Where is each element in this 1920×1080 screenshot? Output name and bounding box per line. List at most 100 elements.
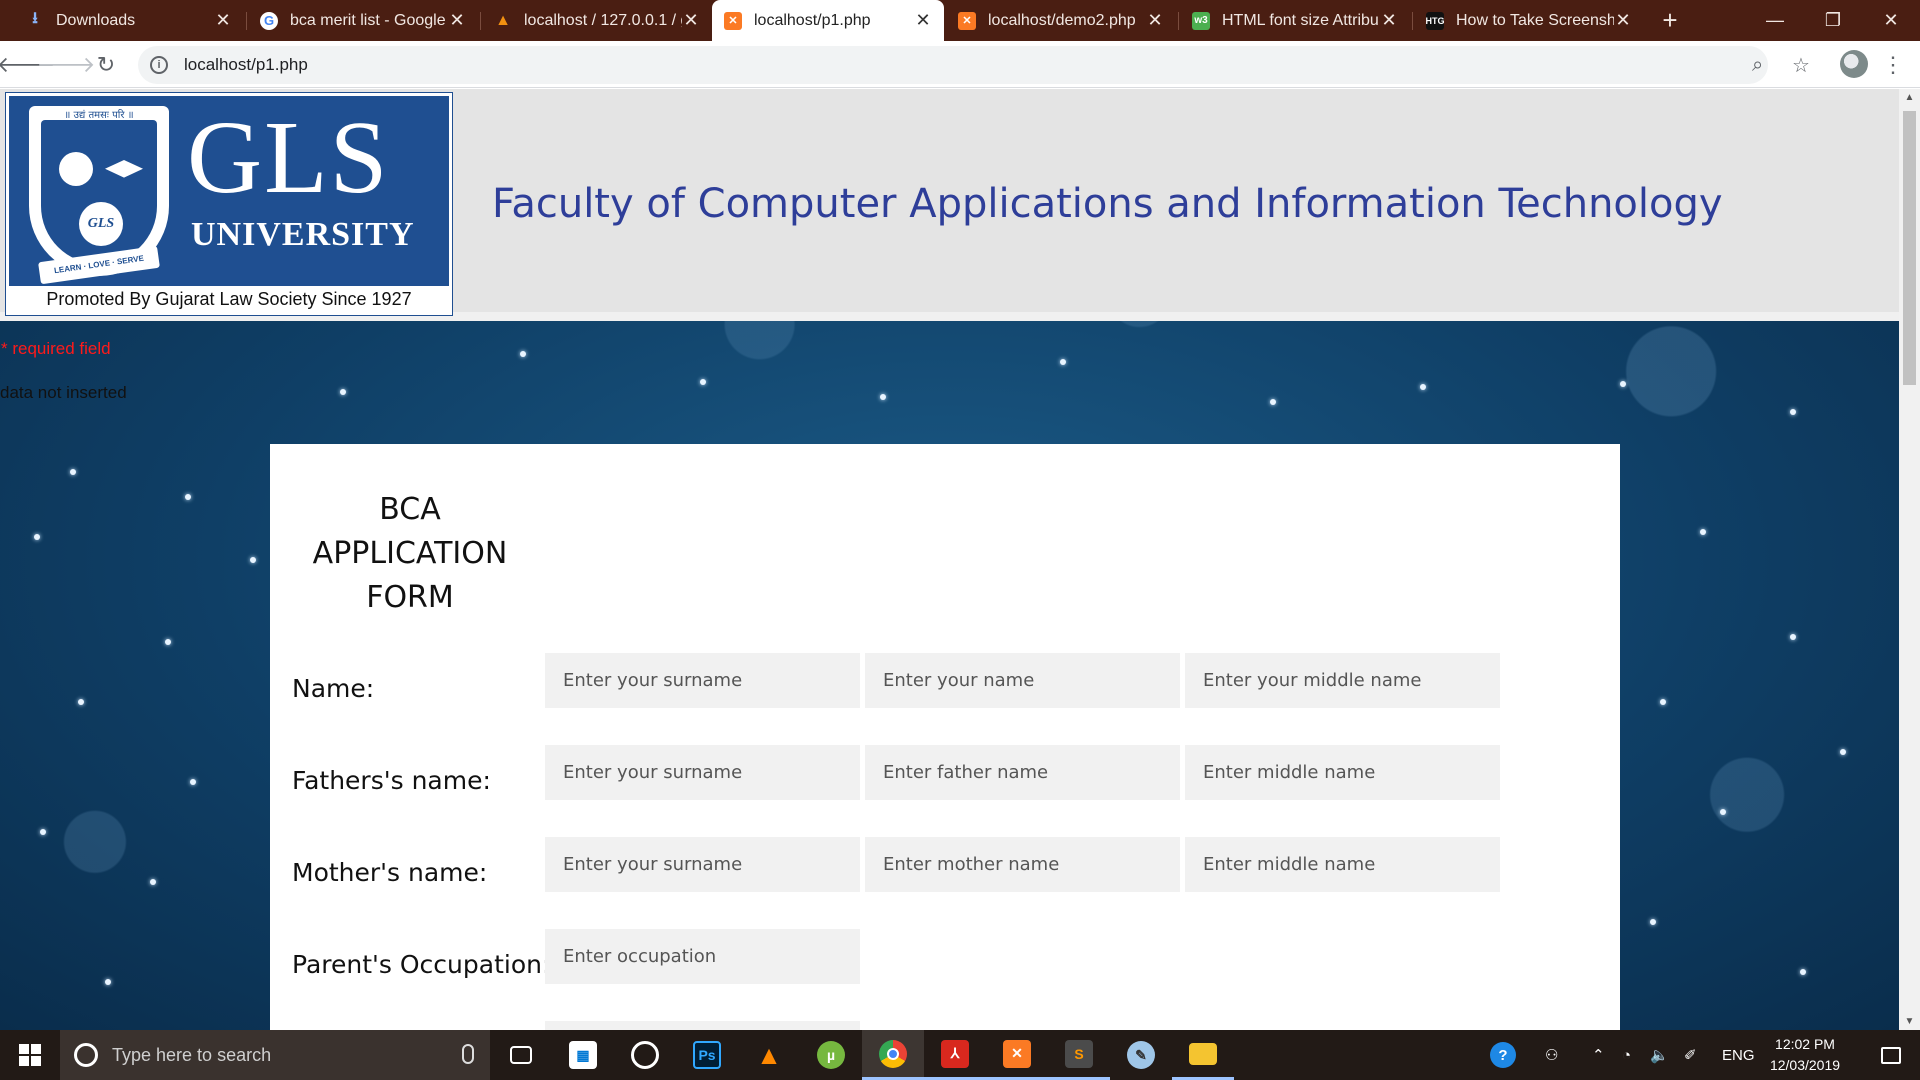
taskbar-acrobat[interactable]: ⅄ bbox=[924, 1030, 986, 1080]
name-first-input[interactable] bbox=[865, 653, 1180, 708]
globe-icon bbox=[59, 152, 93, 186]
taskbar-chrome[interactable] bbox=[862, 1030, 924, 1080]
name-surname-input[interactable] bbox=[545, 653, 860, 708]
minimize-button[interactable]: — bbox=[1746, 0, 1804, 41]
mother-middle-input[interactable] bbox=[1185, 837, 1500, 892]
taskbar-vlc[interactable]: ▲ bbox=[738, 1030, 800, 1080]
address-bar[interactable]: i localhost/p1.php ⌕ ☆ bbox=[138, 46, 1810, 84]
name-middle-input[interactable] bbox=[1185, 653, 1500, 708]
tab-phpmyadmin[interactable]: ▲ localhost / 127.0.0.1 / g ✕ bbox=[482, 0, 712, 41]
graduation-cap-icon bbox=[105, 160, 143, 178]
forward-button[interactable]: 🡒 bbox=[37, 49, 96, 81]
mother-name-label: Mother's name: bbox=[292, 858, 488, 887]
task-view-icon bbox=[510, 1046, 532, 1064]
scrollbar-thumb[interactable] bbox=[1903, 111, 1916, 385]
new-tab-button[interactable]: + bbox=[1654, 4, 1686, 36]
close-window-button[interactable]: ✕ bbox=[1862, 0, 1920, 41]
close-icon[interactable]: ✕ bbox=[1614, 10, 1632, 31]
start-button[interactable] bbox=[0, 1030, 60, 1080]
profile-avatar[interactable] bbox=[1840, 50, 1868, 78]
gls-monogram: GLS bbox=[79, 202, 123, 246]
browser-tab-strip: ⭳ Downloads ✕ G bca merit list - Google … bbox=[0, 0, 1920, 41]
tab-p1-php[interactable]: ✕ localhost/p1.php ✕ bbox=[712, 0, 944, 41]
store-icon: ▦ bbox=[569, 1041, 597, 1069]
university-crest-icon: ॥ उद्यं तमसः परि ॥ GLS LEARN · LOVE · SE… bbox=[29, 106, 169, 285]
tab-html-font-size[interactable]: w3 HTML font size Attribu ✕ bbox=[1180, 0, 1410, 41]
tab-title: localhost / 127.0.0.1 / g bbox=[524, 11, 682, 29]
scroll-up-arrow-icon[interactable]: ▲ bbox=[1899, 89, 1920, 106]
mother-name-input[interactable] bbox=[865, 837, 1180, 892]
father-name-input[interactable] bbox=[865, 745, 1180, 800]
taskbar-store[interactable]: ▦ bbox=[552, 1030, 614, 1080]
microphone-icon[interactable] bbox=[462, 1044, 474, 1064]
taskbar-search-box[interactable]: Type here to search bbox=[60, 1030, 490, 1080]
browser-menu-icon[interactable]: ⋮ bbox=[1882, 51, 1904, 79]
close-icon[interactable]: ✕ bbox=[914, 10, 932, 31]
father-surname-input[interactable] bbox=[545, 745, 860, 800]
taskbar-file-explorer[interactable] bbox=[1172, 1030, 1234, 1080]
close-icon[interactable]: ✕ bbox=[1146, 10, 1164, 31]
cortana-icon bbox=[74, 1043, 98, 1067]
close-icon[interactable]: ✕ bbox=[214, 10, 232, 31]
gls-university-logo: ॥ उद्यं तमसः परि ॥ GLS LEARN · LOVE · SE… bbox=[5, 92, 453, 316]
site-header: ॥ उद्यं तमसः परि ॥ GLS LEARN · LOVE · SE… bbox=[0, 89, 1899, 321]
father-name-label: Fathers's name: bbox=[292, 766, 491, 795]
form-title: BCA APPLICATION FORM bbox=[312, 492, 508, 615]
windows-taskbar: Type here to search ▦ Ps ▲ µ ⅄ ✕ S ✎ ? ⚇… bbox=[0, 1030, 1920, 1080]
name-label: Name: bbox=[292, 674, 375, 703]
acrobat-icon: ⅄ bbox=[941, 1039, 969, 1068]
windows-logo-icon bbox=[19, 1044, 41, 1066]
mother-surname-input[interactable] bbox=[545, 837, 860, 892]
taskbar-media[interactable] bbox=[614, 1030, 676, 1080]
required-field-note: * required field bbox=[1, 339, 111, 358]
logo-wordmark: GLS bbox=[187, 100, 390, 215]
input-language[interactable]: ENG bbox=[1722, 1030, 1755, 1080]
close-icon[interactable]: ✕ bbox=[448, 10, 466, 31]
tab-title: localhost/demo2.php bbox=[988, 11, 1136, 29]
phpmyadmin-icon: ▲ bbox=[495, 11, 511, 29]
logo-promoted-by: Promoted By Gujarat Law Society Since 19… bbox=[9, 286, 449, 312]
people-icon[interactable]: ⚇ bbox=[1545, 1030, 1558, 1080]
tab-demo2-php[interactable]: ✕ localhost/demo2.php ✕ bbox=[946, 0, 1176, 41]
show-hidden-icons-icon[interactable]: ⌃ bbox=[1592, 1030, 1605, 1080]
taskbar-paint[interactable]: ✎ bbox=[1110, 1030, 1172, 1080]
xampp-icon: ✕ bbox=[958, 11, 976, 30]
help-tray-icon[interactable]: ? bbox=[1490, 1030, 1516, 1080]
wifi-icon[interactable]: ◔ bbox=[1622, 1030, 1631, 1080]
xampp-icon: ✕ bbox=[1003, 1039, 1031, 1068]
taskbar-utorrent[interactable]: µ bbox=[800, 1030, 862, 1080]
parent-occupation-input[interactable] bbox=[545, 929, 860, 984]
close-icon[interactable]: ✕ bbox=[1380, 10, 1398, 31]
taskbar-clock[interactable]: 12:02 PM 12/03/2019 bbox=[1765, 1034, 1845, 1076]
google-icon: G bbox=[260, 11, 278, 30]
bookmark-star-icon[interactable]: ☆ bbox=[1792, 46, 1810, 84]
browser-toolbar: 🡐 🡒 ↻ i localhost/p1.php ⌕ ☆ ⋮ bbox=[0, 41, 1920, 88]
notification-icon bbox=[1881, 1046, 1901, 1064]
page-scrollbar[interactable]: ▲ ▼ bbox=[1899, 89, 1920, 1030]
maximize-button[interactable]: ❐ bbox=[1804, 0, 1862, 41]
download-icon: ⭳ bbox=[32, 10, 38, 27]
taskbar-sublime[interactable]: S bbox=[1048, 1030, 1110, 1080]
taskbar-photoshop[interactable]: Ps bbox=[676, 1030, 738, 1080]
tab-bca-merit-list[interactable]: G bca merit list - Google ✕ bbox=[248, 0, 478, 41]
task-view-button[interactable] bbox=[490, 1030, 552, 1080]
tab-how-to-screenshot[interactable]: HTG How to Take Screensho ✕ bbox=[1414, 0, 1644, 41]
taskbar-xampp[interactable]: ✕ bbox=[986, 1030, 1048, 1080]
utorrent-icon: µ bbox=[817, 1041, 845, 1069]
xampp-icon: ✕ bbox=[724, 11, 742, 30]
action-center-button[interactable] bbox=[1862, 1030, 1920, 1080]
status-message: data not inserted bbox=[0, 383, 127, 402]
close-icon[interactable]: ✕ bbox=[682, 10, 700, 31]
logo-university-text: UNIVERSITY bbox=[191, 216, 415, 253]
pen-icon[interactable]: ✐ bbox=[1684, 1030, 1697, 1080]
father-middle-input[interactable] bbox=[1185, 745, 1500, 800]
scroll-down-arrow-icon[interactable]: ▼ bbox=[1899, 1013, 1920, 1030]
reload-button[interactable]: ↻ bbox=[90, 49, 122, 81]
zoom-icon[interactable]: ⌕ bbox=[1752, 46, 1763, 84]
url-text: localhost/p1.php bbox=[184, 55, 308, 74]
site-info-icon[interactable]: i bbox=[150, 56, 168, 74]
next-field-partial[interactable] bbox=[545, 1021, 860, 1030]
tab-title: Downloads bbox=[56, 11, 136, 29]
volume-icon[interactable]: 🔈 bbox=[1650, 1030, 1669, 1080]
tab-downloads[interactable]: ⭳ Downloads ✕ bbox=[14, 0, 244, 41]
